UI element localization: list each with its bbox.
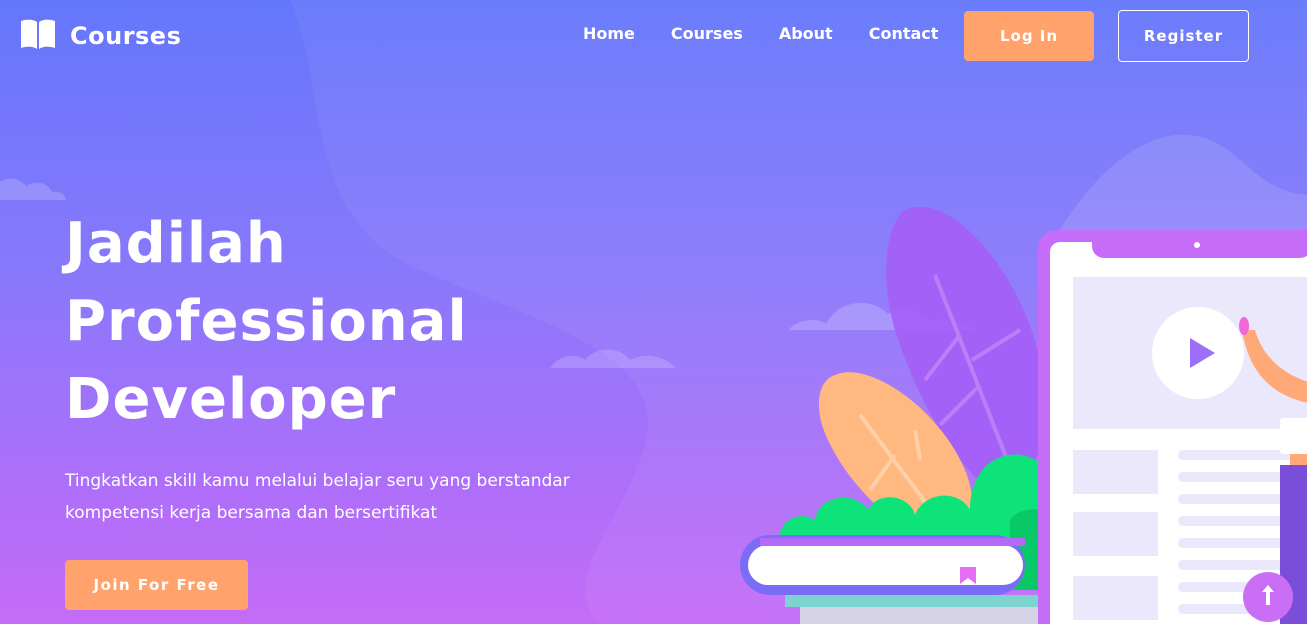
book-bottom-base bbox=[800, 607, 1040, 624]
content-thumb-2 bbox=[1073, 512, 1158, 556]
join-free-button[interactable]: Join For Free bbox=[65, 560, 248, 610]
open-book-icon bbox=[20, 18, 56, 54]
nav-link-about[interactable]: About bbox=[779, 24, 833, 43]
background-cloud-left bbox=[0, 178, 66, 200]
book-top-spine bbox=[760, 538, 1025, 546]
register-button[interactable]: Register bbox=[1118, 10, 1249, 62]
arrow-up-icon bbox=[1260, 584, 1276, 610]
scroll-to-top-button[interactable] bbox=[1243, 572, 1293, 622]
hero-title-line: Jadilah bbox=[65, 211, 287, 276]
nav-link-contact[interactable]: Contact bbox=[869, 24, 939, 43]
hero-subtitle-line: kompetensi kerja bersama dan bersertifik… bbox=[65, 503, 438, 523]
content-thumb-3 bbox=[1073, 576, 1158, 620]
hero-title: Jadilah Professional Developer bbox=[65, 205, 468, 439]
tablet-camera bbox=[1194, 242, 1200, 248]
nav-link-home[interactable]: Home bbox=[583, 24, 635, 43]
hero-title-line: Professional bbox=[65, 289, 468, 354]
book-bottom bbox=[785, 595, 1040, 607]
character-card bbox=[1280, 418, 1307, 454]
login-button[interactable]: Log In bbox=[964, 11, 1094, 61]
character-hand bbox=[1239, 317, 1249, 335]
content-line bbox=[1178, 450, 1298, 460]
nav-link-courses[interactable]: Courses bbox=[671, 24, 743, 43]
hero-illustration bbox=[740, 206, 1307, 624]
nav-links: Home Courses About Contact bbox=[583, 24, 938, 43]
top-navbar: Courses Home Courses About Contact Log I… bbox=[0, 0, 1307, 70]
book-top-pages bbox=[748, 545, 1023, 585]
brand-logo[interactable]: Courses bbox=[20, 18, 181, 54]
hero-title-line: Developer bbox=[65, 367, 397, 432]
brand-label: Courses bbox=[70, 22, 182, 50]
hero-subtitle-line: Tingkatkan skill kamu melalui belajar se… bbox=[65, 471, 570, 491]
hero-subtitle: Tingkatkan skill kamu melalui belajar se… bbox=[65, 465, 585, 529]
content-thumb-1 bbox=[1073, 450, 1158, 494]
